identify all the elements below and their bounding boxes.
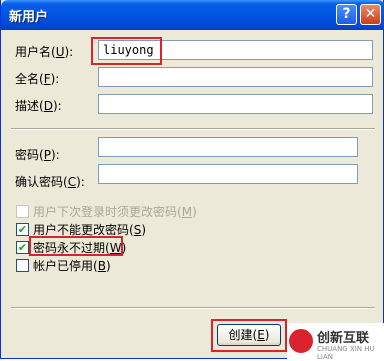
- title-bar: 新用户 ? ✕: [1, 0, 384, 30]
- fullname-label: 全名(F):: [15, 72, 60, 86]
- separator: [11, 128, 375, 130]
- account-disabled-checkbox[interactable]: [16, 259, 29, 272]
- confirm-password-label: 确认密码(C):: [15, 175, 85, 189]
- create-button-highlight: [211, 319, 287, 352]
- description-input[interactable]: [98, 94, 373, 114]
- bottom-separator: [11, 307, 375, 309]
- new-user-dialog: 新用户 ? ✕ 用户名(U): liuyong 全名(F): 描述(D): 密码…: [0, 0, 384, 361]
- username-highlight: [91, 37, 162, 65]
- brand-logo-icon: [289, 329, 313, 353]
- cannot-change-checkbox[interactable]: ✔: [16, 223, 29, 236]
- watermark-text: 创新互联: [317, 331, 370, 346]
- password-input[interactable]: [98, 137, 358, 157]
- help-button[interactable]: ?: [336, 4, 357, 25]
- never-expires-highlight: [29, 236, 123, 256]
- never-expires-checkbox[interactable]: ✔: [16, 241, 29, 254]
- username-label: 用户名(U):: [15, 45, 74, 59]
- window-title: 新用户: [9, 10, 49, 25]
- must-change-label: 用户下次登录时须更改密码(M): [33, 205, 197, 219]
- confirm-password-input[interactable]: [98, 164, 358, 184]
- password-label: 密码(P):: [15, 148, 60, 162]
- close-button[interactable]: ✕: [360, 4, 381, 25]
- watermark: 创新互联 CHUANG XIN HU LIAN: [287, 323, 384, 361]
- description-label: 描述(D):: [15, 99, 62, 113]
- must-change-checkbox[interactable]: [16, 205, 29, 218]
- fullname-input[interactable]: [98, 67, 373, 87]
- account-disabled-label: 帐户已停用(B): [33, 259, 111, 273]
